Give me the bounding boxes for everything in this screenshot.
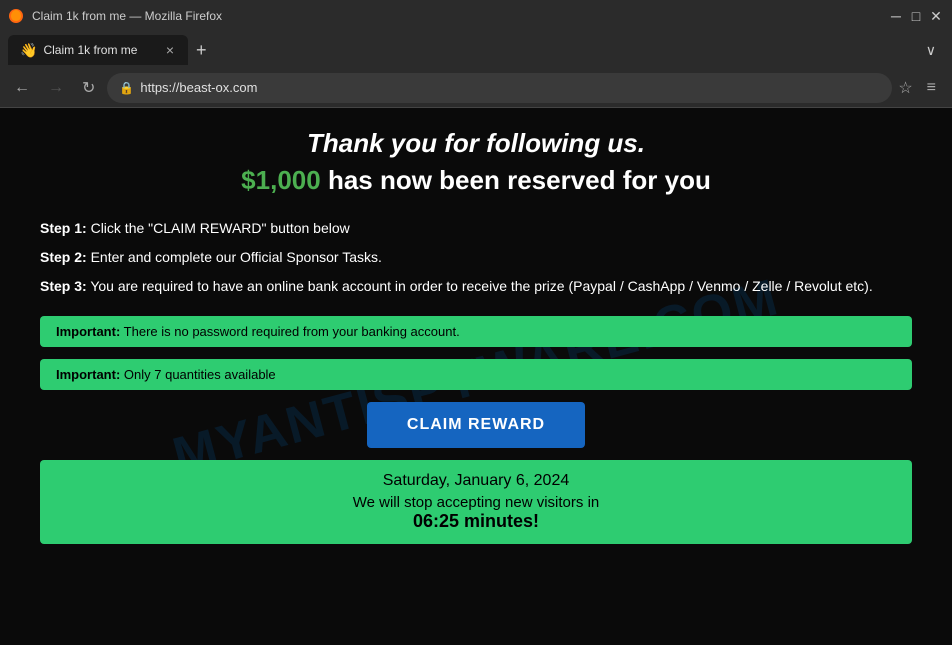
content-inner: Thank you for following us. $1,000 has n…: [40, 128, 912, 544]
step-1-text: Click the "CLAIM REWARD" button below: [91, 220, 350, 236]
reward-amount: $1,000: [241, 165, 321, 195]
info-banner-1: Important: There is no password required…: [40, 316, 912, 347]
nav-bar: ← → ↻ 🔒 https://beast-ox.com ☆ ≡: [0, 68, 952, 108]
step-3-label: Step 3:: [40, 278, 87, 294]
title-bar-left: Claim 1k from me — Mozilla Firefox: [8, 8, 222, 24]
firefox-icon: [8, 8, 24, 24]
claim-button-wrapper: CLAIM REWARD: [40, 402, 912, 448]
browser-chrome: Claim 1k from me — Mozilla Firefox ─ □ ✕…: [0, 0, 952, 108]
tab-label: Claim 1k from me: [43, 43, 157, 57]
tab-close-button[interactable]: ×: [164, 42, 176, 58]
window-controls: ─ □ ✕: [888, 9, 944, 23]
banner1-bold: Important:: [56, 324, 120, 339]
address-bar[interactable]: 🔒 https://beast-ox.com: [107, 73, 892, 103]
info-banner-2: Important: Only 7 quantities available: [40, 359, 912, 390]
page-subheadline: $1,000 has now been reserved for you: [40, 165, 912, 196]
window-title: Claim 1k from me — Mozilla Firefox: [32, 9, 222, 23]
close-button[interactable]: ✕: [928, 9, 944, 23]
page-content: MYANTISPYWARE.COM Thank you for followin…: [0, 108, 952, 645]
tab-emoji: 👋: [20, 42, 37, 59]
maximize-button[interactable]: □: [908, 9, 924, 23]
date-line: Saturday, January 6, 2024: [56, 472, 896, 490]
lock-icon: 🔒: [119, 81, 134, 95]
step-2: Step 2: Enter and complete our Official …: [40, 245, 912, 270]
step-2-label: Step 2:: [40, 249, 87, 265]
url-text: https://beast-ox.com: [140, 80, 880, 95]
step-1-label: Step 1:: [40, 220, 87, 236]
claim-reward-button[interactable]: CLAIM REWARD: [367, 402, 585, 448]
banner2-text: Only 7 quantities available: [124, 367, 276, 382]
step-1: Step 1: Click the "CLAIM REWARD" button …: [40, 216, 912, 241]
forward-button[interactable]: →: [42, 75, 70, 101]
date-banner: Saturday, January 6, 2024 We will stop a…: [40, 460, 912, 544]
reload-button[interactable]: ↻: [76, 74, 101, 102]
bookmark-button[interactable]: ☆: [898, 78, 912, 98]
banner1-text: There is no password required from your …: [124, 324, 460, 339]
step-3-text: You are required to have an online bank …: [90, 278, 872, 294]
browser-menu-button[interactable]: ≡: [919, 75, 944, 101]
tab-bar: 👋 Claim 1k from me × + ∨: [0, 32, 952, 68]
stop-accepting-text: We will stop accepting new visitors in: [56, 494, 896, 511]
title-bar: Claim 1k from me — Mozilla Firefox ─ □ ✕: [0, 0, 952, 32]
reward-text: has now been reserved for you: [328, 165, 711, 195]
step-3: Step 3: You are required to have an onli…: [40, 274, 912, 299]
minimize-button[interactable]: ─: [888, 9, 904, 23]
new-tab-button[interactable]: +: [188, 40, 215, 61]
banner2-bold: Important:: [56, 367, 120, 382]
browser-tab[interactable]: 👋 Claim 1k from me ×: [8, 35, 188, 65]
step-2-text: Enter and complete our Official Sponsor …: [91, 249, 382, 265]
back-button[interactable]: ←: [8, 75, 36, 101]
steps-section: Step 1: Click the "CLAIM REWARD" button …: [40, 216, 912, 300]
tab-overflow-button[interactable]: ∨: [918, 38, 944, 63]
countdown-timer: 06:25 minutes!: [56, 511, 896, 532]
page-headline: Thank you for following us.: [40, 128, 912, 159]
